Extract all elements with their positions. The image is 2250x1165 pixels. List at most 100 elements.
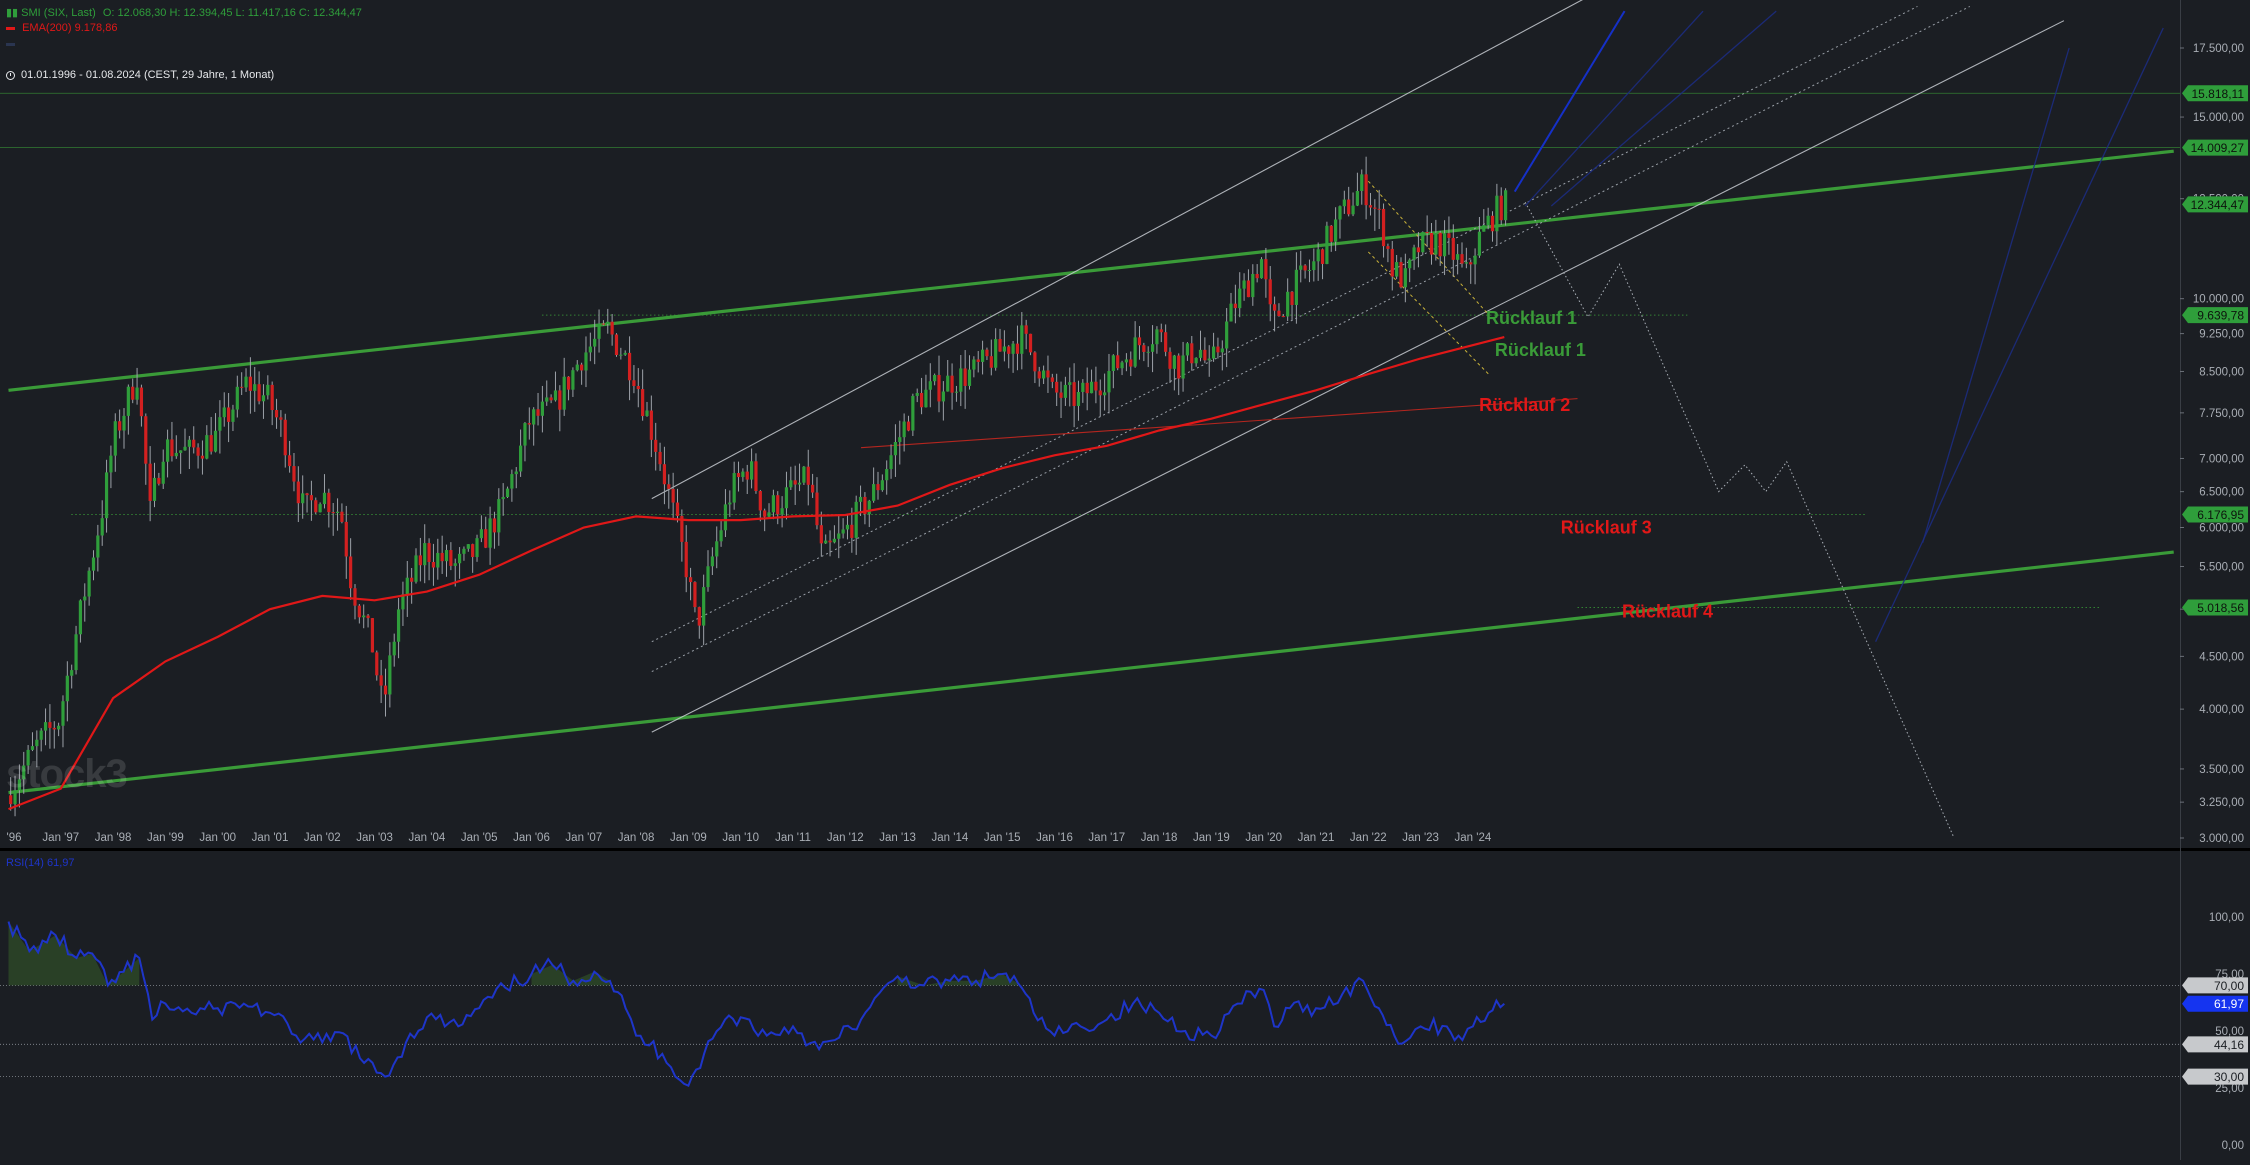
candle-body bbox=[776, 495, 780, 515]
candle-body bbox=[741, 471, 745, 478]
price-badge-5-label: 5.018,56 bbox=[2197, 601, 2244, 615]
candle-body bbox=[1002, 346, 1006, 352]
candle-body bbox=[1425, 232, 1429, 234]
candle-body bbox=[1233, 303, 1237, 309]
x-tick-label: Jan '18 bbox=[1141, 832, 1178, 844]
candle-body bbox=[1460, 254, 1464, 264]
candle-body bbox=[309, 495, 314, 501]
candle-body bbox=[165, 439, 170, 462]
candle-body bbox=[261, 395, 266, 402]
price-badge-3-label: 9.639,78 bbox=[2197, 309, 2244, 323]
candle-body bbox=[880, 480, 884, 491]
candle-body bbox=[505, 488, 510, 498]
legend-third bbox=[6, 38, 19, 50]
candle-body bbox=[322, 492, 327, 505]
candle-body bbox=[353, 588, 357, 606]
candle-body bbox=[902, 421, 906, 438]
candle-body bbox=[854, 501, 858, 538]
candle-body bbox=[471, 544, 475, 558]
candle-body bbox=[314, 500, 318, 513]
candle-body bbox=[87, 570, 91, 597]
candle-body bbox=[466, 544, 470, 549]
candle-body bbox=[1347, 199, 1351, 215]
candle-body bbox=[654, 439, 658, 452]
candle-body bbox=[135, 387, 139, 400]
candle-body bbox=[39, 730, 43, 740]
candle-body bbox=[710, 556, 714, 567]
candle-body bbox=[1211, 346, 1216, 359]
candle-body bbox=[597, 323, 601, 339]
candle-body bbox=[226, 407, 231, 422]
rsi-badge-3: 30,00 bbox=[2182, 1068, 2248, 1085]
candle-body bbox=[580, 364, 584, 371]
candle-body bbox=[257, 384, 261, 402]
candle-body bbox=[152, 477, 157, 501]
candle-body bbox=[1020, 325, 1024, 354]
candle-body bbox=[1259, 259, 1264, 279]
candle-body bbox=[1399, 262, 1403, 288]
price-chart[interactable]: Rücklauf 1 Rücklauf 1 Rücklauf 2 Rücklauf 3… bbox=[0, 0, 2250, 1160]
candle-body bbox=[566, 376, 571, 390]
candle-body bbox=[876, 484, 880, 491]
candle-body bbox=[959, 368, 963, 392]
legend-ema: EMA(200) 9.178,86 bbox=[6, 22, 117, 34]
candle-body bbox=[693, 582, 697, 608]
candle-body bbox=[144, 416, 148, 464]
candle-body bbox=[802, 466, 806, 483]
x-tick-label: Jan '01 bbox=[252, 832, 289, 844]
x-tick-label: Jan '10 bbox=[722, 832, 759, 844]
candle-body bbox=[697, 607, 701, 626]
candle-body bbox=[148, 463, 152, 501]
candle-body bbox=[396, 609, 401, 642]
candle-body bbox=[519, 445, 523, 472]
y-tick-label: 4.000,00 bbox=[2199, 704, 2244, 716]
candle-body bbox=[104, 472, 109, 519]
candle-body bbox=[475, 538, 479, 558]
candle-body bbox=[558, 390, 562, 410]
rsi-y-tick-label: 0,00 bbox=[2222, 1140, 2244, 1152]
candle-body bbox=[1181, 355, 1185, 379]
candle-body bbox=[497, 499, 501, 533]
candle-body bbox=[1325, 225, 1329, 264]
y-tick-label: 10.000,00 bbox=[2193, 294, 2244, 306]
candle-body bbox=[1403, 268, 1407, 288]
candle-body bbox=[139, 387, 144, 417]
candle-body bbox=[584, 352, 588, 371]
candle-body bbox=[1050, 377, 1054, 382]
candle-body bbox=[806, 466, 810, 485]
candle-body bbox=[1451, 237, 1455, 260]
candle-body bbox=[1198, 349, 1203, 358]
y-tick-label: 7.000,00 bbox=[2199, 453, 2244, 465]
candle-body bbox=[48, 722, 52, 728]
candle-body bbox=[1281, 316, 1285, 318]
candle-body bbox=[288, 455, 292, 467]
candle-body bbox=[388, 655, 392, 695]
x-tick-label: Jan '05 bbox=[461, 832, 498, 844]
candle-body bbox=[174, 452, 178, 457]
candle-body bbox=[649, 410, 653, 440]
x-tick-label: Jan '20 bbox=[1245, 832, 1282, 844]
candle-body bbox=[1329, 225, 1333, 242]
candle-body bbox=[671, 488, 675, 503]
candle-body bbox=[1194, 357, 1198, 364]
candle-body bbox=[1360, 174, 1364, 192]
chart-root: Rücklauf 1 Rücklauf 1 Rücklauf 2 Rücklauf 3… bbox=[0, 0, 2250, 1160]
candle-body bbox=[1442, 233, 1447, 257]
candle-body bbox=[728, 502, 732, 505]
candle-body bbox=[349, 556, 353, 589]
rsi-y-tick-label: 100,00 bbox=[2209, 912, 2244, 924]
candle-body bbox=[74, 634, 78, 671]
candle-body bbox=[811, 484, 815, 493]
candle-body bbox=[723, 504, 728, 531]
candle-body bbox=[1098, 390, 1102, 396]
candle-body bbox=[1059, 392, 1063, 398]
candle-body bbox=[1146, 351, 1150, 353]
candle-body bbox=[771, 495, 775, 513]
candle-body bbox=[418, 555, 422, 566]
candle-body bbox=[928, 381, 932, 390]
x-tick-label: Jan '12 bbox=[827, 832, 864, 844]
candle-body bbox=[205, 435, 209, 459]
candle-body bbox=[196, 447, 200, 456]
candle-body bbox=[588, 346, 592, 353]
candle-body bbox=[893, 441, 898, 456]
